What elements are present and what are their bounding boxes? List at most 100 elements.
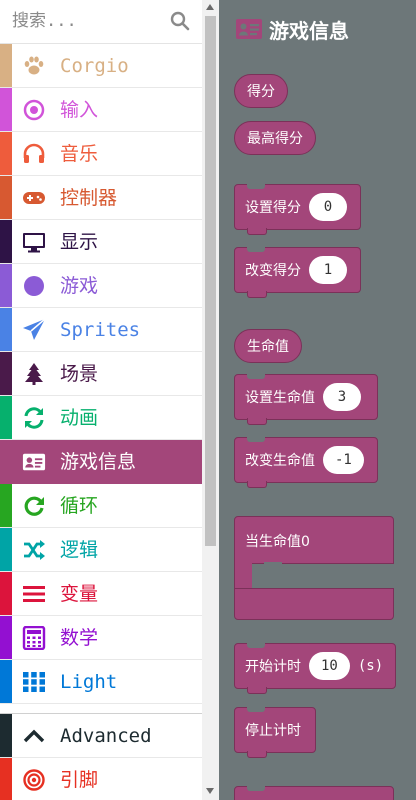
category-color-bar	[0, 758, 12, 800]
number-field[interactable]: 1	[309, 256, 347, 284]
category-sprites[interactable]: Sprites	[0, 308, 202, 352]
score-block[interactable]: 得分	[234, 74, 288, 108]
high-score-block[interactable]: 最高得分	[234, 121, 316, 155]
category-corgio[interactable]: Corgio	[0, 44, 202, 88]
block-label: 改变生命值	[245, 453, 315, 469]
category-label: 逻辑	[60, 539, 99, 561]
category-label: Advanced	[60, 725, 152, 747]
block-label: 改变得分	[245, 263, 301, 279]
category-loops[interactable]: 循环	[0, 484, 202, 528]
category-label: 引脚	[60, 769, 99, 791]
category-color-bar	[0, 660, 12, 703]
category-music[interactable]: 音乐	[0, 132, 202, 176]
category-variables[interactable]: 变量	[0, 572, 202, 616]
category-color-bar	[0, 176, 12, 219]
scroll-thumb[interactable]	[205, 16, 216, 546]
search-bar	[0, 0, 202, 44]
category-logic[interactable]: 逻辑	[0, 528, 202, 572]
category-label: 输入	[60, 99, 99, 121]
id-card-icon	[236, 19, 262, 39]
grid-icon	[22, 670, 46, 694]
set-life-block[interactable]: 设置生命值 3	[234, 374, 378, 425]
search-icon[interactable]	[170, 11, 190, 31]
lines-icon	[22, 582, 46, 606]
block-label: 生命值	[247, 339, 289, 355]
scroll-up-icon[interactable]	[206, 4, 214, 10]
partial-block[interactable]	[234, 786, 394, 800]
category-color-bar	[0, 572, 12, 615]
category-scene[interactable]: 场景	[0, 352, 202, 396]
category-info[interactable]: 游戏信息	[0, 440, 202, 484]
category-input[interactable]: 输入	[0, 88, 202, 132]
toolbox-sidebar: Corgio 输入 音乐	[0, 0, 202, 800]
category-label: 音乐	[60, 143, 99, 165]
category-label: 场景	[60, 363, 99, 385]
category-light[interactable]: Light	[0, 660, 202, 704]
change-score-block[interactable]: 改变得分 1	[234, 247, 361, 298]
shuffle-icon	[22, 538, 46, 562]
number-field[interactable]: -1	[323, 446, 364, 474]
number-field[interactable]: 10	[309, 652, 350, 680]
category-color-bar	[0, 440, 12, 483]
category-label: Sprites	[60, 319, 141, 341]
category-color-bar	[0, 220, 12, 263]
block-label: 设置生命值	[245, 390, 315, 406]
category-label: 控制器	[60, 187, 118, 209]
category-label: 数学	[60, 627, 99, 649]
refresh-icon	[22, 406, 46, 430]
category-advanced[interactable]: Advanced	[0, 714, 202, 758]
block-label: 得分	[247, 84, 275, 100]
pins-icon	[22, 768, 46, 792]
start-timer-block[interactable]: 开始计时 10 (s)	[234, 643, 396, 694]
category-label: 游戏	[60, 275, 99, 297]
category-math[interactable]: 数学	[0, 616, 202, 660]
category-color-bar	[0, 88, 12, 131]
category-controller[interactable]: 控制器	[0, 176, 202, 220]
circle-icon	[22, 274, 46, 298]
number-field[interactable]: 3	[323, 383, 361, 411]
category-label: 显示	[60, 231, 99, 253]
unit-label: (s)	[357, 658, 384, 674]
block-label: 停止计时	[245, 723, 301, 739]
block-label: 设置得分	[245, 200, 301, 216]
block-label: 开始计时	[245, 659, 301, 675]
category-list: Corgio 输入 音乐 控制器 显示 游戏 Sprites 场景 动画 游戏信…	[0, 44, 202, 800]
monitor-icon	[22, 230, 46, 254]
category-display[interactable]: 显示	[0, 220, 202, 264]
number-field[interactable]: 0	[309, 193, 347, 221]
block-header: 当生命值0	[234, 516, 394, 564]
on-life-zero-block[interactable]: 当生命值0	[234, 516, 394, 620]
category-color-bar	[0, 396, 12, 439]
category-label: 循环	[60, 495, 99, 517]
search-input[interactable]	[12, 6, 162, 36]
change-life-block[interactable]: 改变生命值 -1	[234, 437, 378, 488]
category-color-bar	[0, 714, 12, 757]
category-game[interactable]: 游戏	[0, 264, 202, 308]
category-color-bar	[0, 616, 12, 659]
flyout-title: 游戏信息	[269, 18, 349, 43]
category-color-bar	[0, 308, 12, 351]
block-label: 当生命值0	[245, 534, 310, 550]
category-separator	[0, 704, 202, 714]
stop-timer-block[interactable]: 停止计时	[234, 707, 316, 758]
life-block[interactable]: 生命值	[234, 329, 302, 363]
category-color-bar	[0, 528, 12, 571]
category-label: Corgio	[60, 55, 129, 77]
scroll-down-icon[interactable]	[206, 788, 214, 794]
flyout-header: 游戏信息	[235, 14, 349, 44]
category-pins[interactable]: 引脚	[0, 758, 202, 800]
category-scrollbar[interactable]	[202, 0, 219, 800]
block-footer	[234, 588, 394, 620]
category-color-bar	[0, 44, 12, 87]
block-label: 最高得分	[247, 131, 303, 147]
block-notch	[264, 562, 282, 568]
chevron-up-icon	[22, 724, 46, 748]
category-color-bar	[0, 132, 12, 175]
category-label: 游戏信息	[60, 451, 137, 473]
category-color-bar	[0, 352, 12, 395]
category-label: 变量	[60, 583, 99, 605]
category-color-bar	[0, 264, 12, 307]
paper-plane-icon	[22, 318, 46, 342]
category-animation[interactable]: 动画	[0, 396, 202, 440]
set-score-block[interactable]: 设置得分 0	[234, 184, 361, 235]
